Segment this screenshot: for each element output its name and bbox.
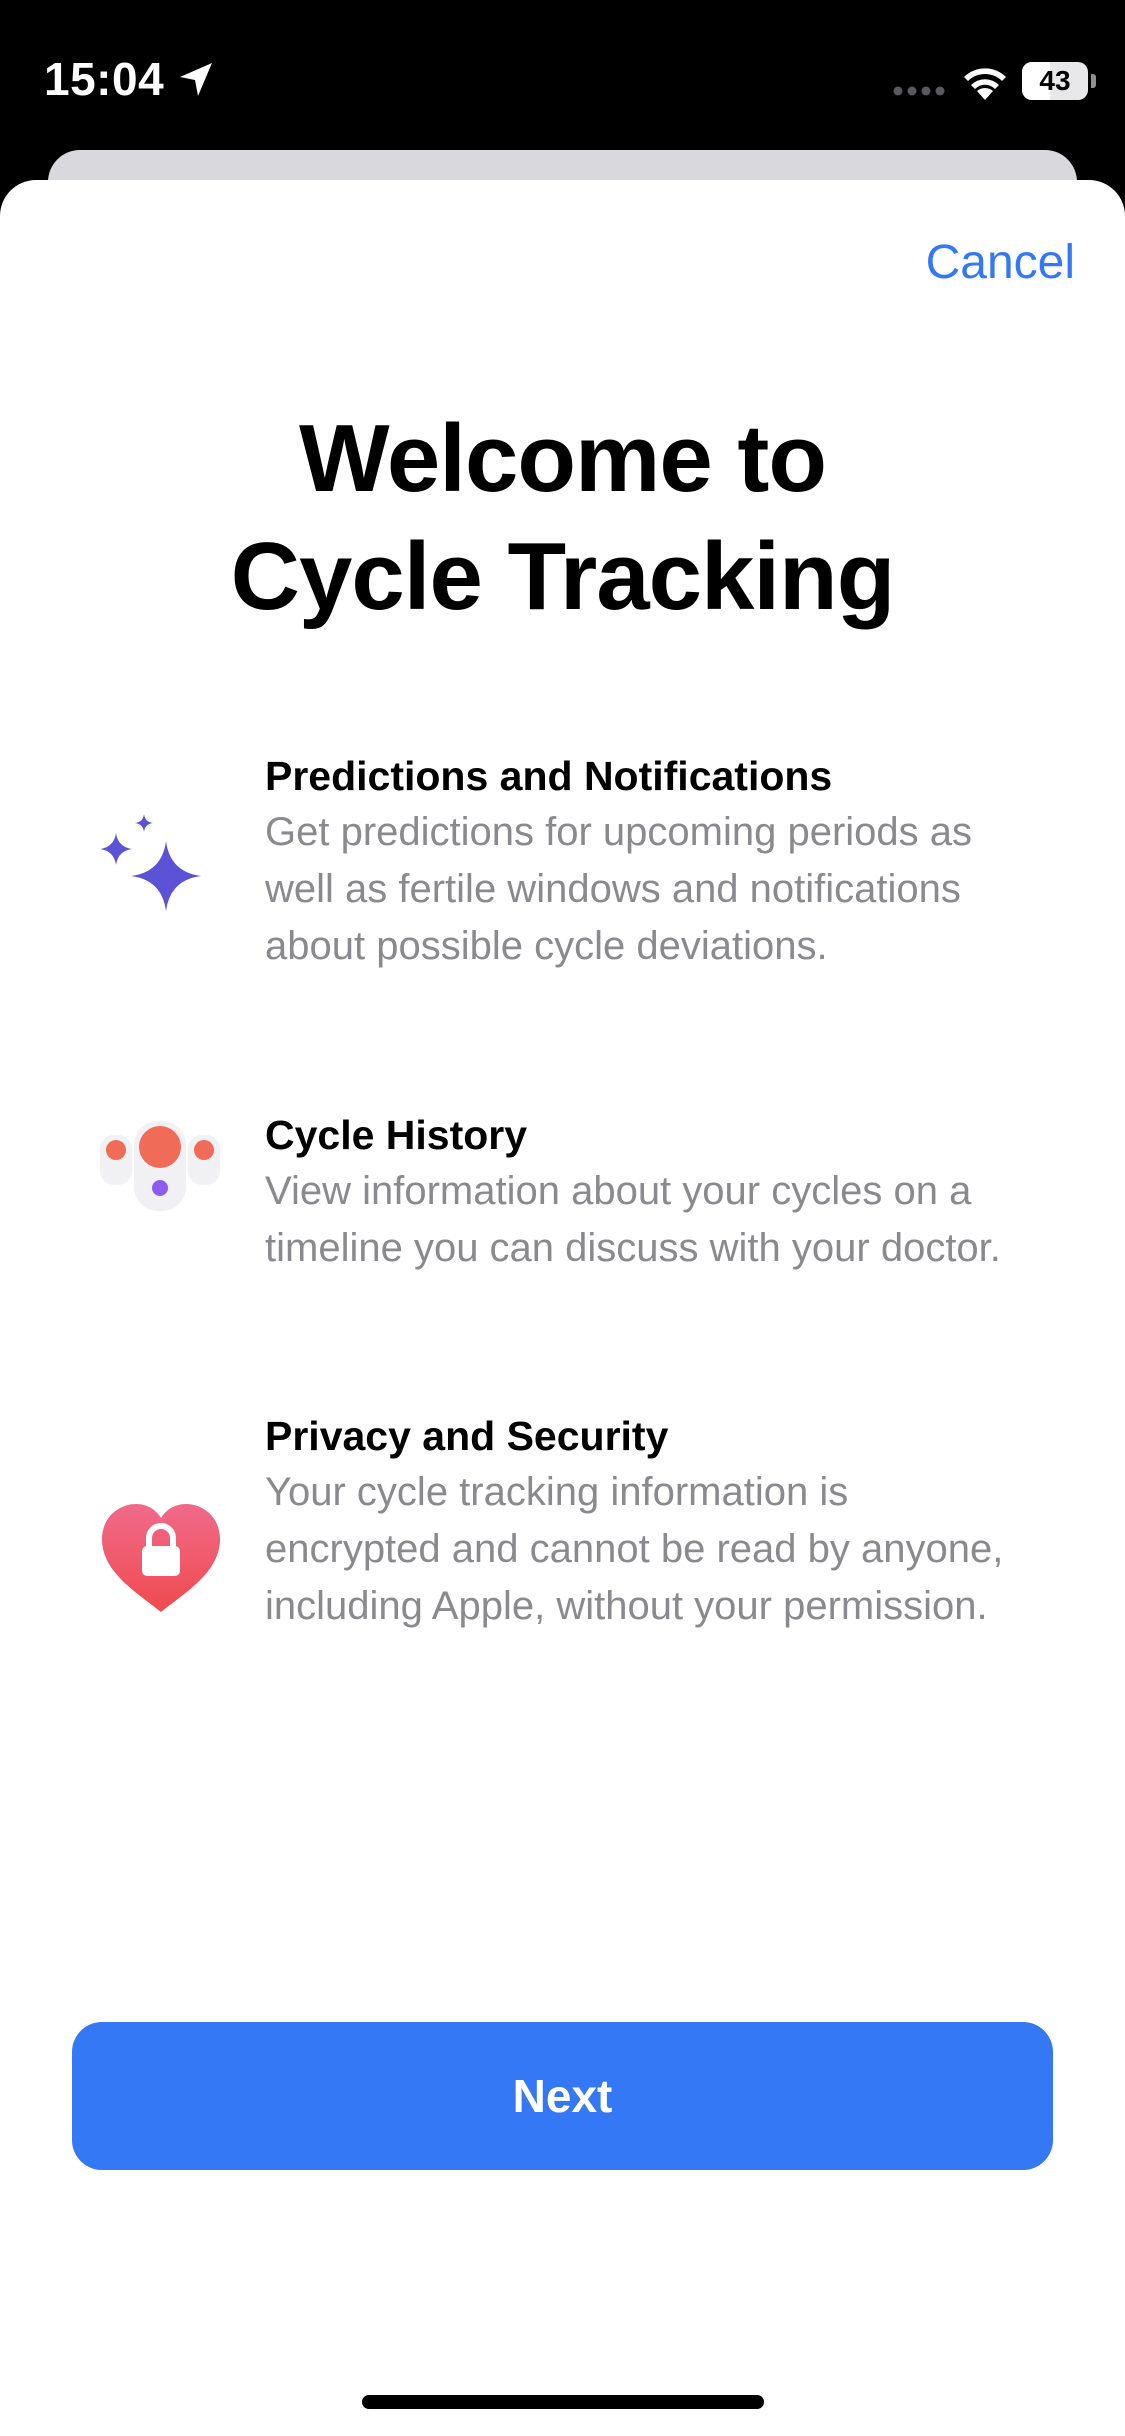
onboarding-sheet: Cancel Welcome to Cycle Tracking Predict…: [0, 180, 1125, 2436]
battery-cap: [1091, 74, 1096, 88]
cellular-signal-icon: [893, 86, 945, 96]
feature-text: Privacy and Security Your cycle tracking…: [265, 1408, 1025, 1635]
page-title: Welcome to Cycle Tracking: [0, 400, 1125, 636]
heart-lock-icon: [102, 1504, 220, 1612]
sparkles-icon: [100, 814, 201, 911]
feature-description: Your cycle tracking information is encry…: [265, 1470, 1004, 1628]
feature-title: Privacy and Security: [265, 1413, 669, 1459]
wifi-icon: [964, 68, 1006, 100]
feature-description: Get predictions for upcoming periods as …: [265, 810, 973, 968]
page-title-line-1: Welcome to: [299, 405, 827, 512]
status-bar: 15:04 43: [0, 0, 1125, 150]
feature-title: Predictions and Notifications: [265, 753, 833, 799]
cancel-button[interactable]: Cancel: [926, 235, 1075, 290]
status-time: 15:04: [44, 53, 165, 105]
feature-description: View information about your cycles on a …: [265, 1169, 1001, 1270]
battery-icon: 43: [1022, 62, 1088, 100]
home-indicator[interactable]: [362, 2395, 764, 2409]
cycle-history-icon: [100, 1121, 220, 1211]
screen: 15:04 43 Cancel Welcome to Cycle Trackin…: [0, 0, 1125, 2436]
page-title-line-2: Cycle Tracking: [230, 523, 896, 630]
feature-title: Cycle History: [265, 1112, 528, 1158]
feature-text: Predictions and Notifications Get predic…: [265, 748, 1025, 975]
location-arrow-icon: [180, 63, 212, 96]
feature-text: Cycle History View information about you…: [265, 1107, 1025, 1277]
next-button[interactable]: Next: [72, 2022, 1053, 2170]
battery-level: 43: [1039, 65, 1071, 96]
